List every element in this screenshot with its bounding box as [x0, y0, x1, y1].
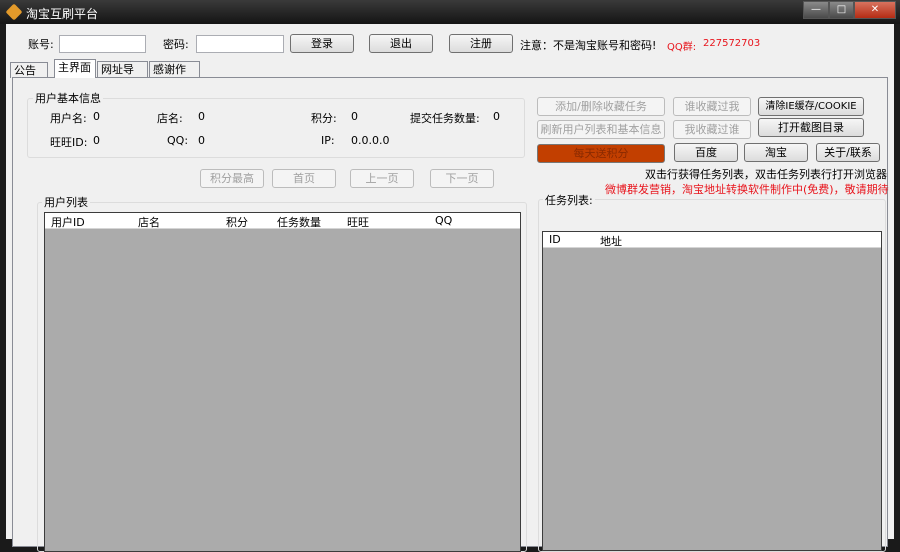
col-wangwang[interactable]: 旺旺 — [347, 214, 369, 230]
refresh-button[interactable]: 刷新用户列表和基本信息 — [537, 120, 665, 139]
tab-thanks[interactable]: 感谢作者 — [149, 61, 200, 91]
login-button[interactable]: 登录 — [290, 34, 354, 53]
tasks-label: 提交任务数量: — [410, 112, 480, 125]
tab-url-nav[interactable]: 网址导航 — [97, 61, 148, 91]
task-list-header: ID 地址 — [543, 232, 881, 248]
tasks-value: 0 — [493, 110, 500, 123]
account-input[interactable] — [59, 35, 146, 53]
next-page-button[interactable]: 下一页 — [430, 169, 494, 188]
wangwang-value: 0 — [93, 134, 100, 147]
col-shop[interactable]: 店名 — [138, 214, 160, 230]
first-page-button[interactable]: 首页 — [272, 169, 336, 188]
qq-group-number: 227572703 — [703, 38, 761, 49]
usage-hint: 双击行获得任务列表，双击任务列表行打开浏览器 — [645, 168, 887, 181]
shop-value: 0 — [198, 110, 205, 123]
minimize-button[interactable]: — — [803, 1, 829, 19]
points-label: 积分: — [311, 112, 337, 125]
clear-cache-button[interactable]: 清除IE缓存/COOKIE — [758, 97, 864, 116]
shop-label: 店名: — [157, 112, 183, 125]
register-button[interactable]: 注册 — [449, 34, 513, 53]
tab-main[interactable]: 主界面 — [54, 59, 96, 78]
task-list-title: 任务列表: — [543, 192, 595, 208]
col-qq[interactable]: QQ — [435, 214, 452, 227]
points-value: 0 — [351, 110, 358, 123]
user-list-title: 用户列表 — [42, 194, 90, 210]
username-value: 0 — [93, 110, 100, 123]
account-label: 账号: — [28, 38, 54, 51]
col-address[interactable]: 地址 — [600, 233, 622, 249]
baidu-button[interactable]: 百度 — [674, 143, 738, 162]
i-fav-who-button[interactable]: 我收藏过谁 — [673, 120, 751, 139]
password-label: 密码: — [163, 38, 189, 51]
col-user-id[interactable]: 用户ID — [51, 214, 85, 230]
password-input[interactable] — [196, 35, 284, 53]
ip-label: IP: — [321, 134, 335, 147]
main-panel: 用户基本信息 用户名: 0 店名: 0 积分: 0 提交任务数量: 0 旺旺ID… — [12, 77, 889, 552]
user-info-group — [27, 98, 525, 158]
who-fav-me-button[interactable]: 谁收藏过我 — [673, 97, 751, 116]
login-notice: 注意：不是淘宝账号和密码! — [520, 39, 657, 52]
close-button[interactable]: ✕ — [854, 1, 896, 19]
maximize-button[interactable]: □ — [829, 1, 854, 19]
ip-value: 0.0.0.0 — [351, 134, 390, 147]
qq-group-label: QQ群: — [667, 42, 697, 53]
user-list[interactable]: 用户ID 店名 积分 任务数量 旺旺 QQ — [44, 212, 521, 552]
qq-value: 0 — [198, 134, 205, 147]
open-screenshot-dir-button[interactable]: 打开截图目录 — [758, 118, 864, 137]
promo-text: 微博群发营销，淘宝地址转换软件制作中(免费)，敬请期待 — [605, 183, 889, 196]
qq-label: QQ: — [167, 134, 189, 147]
user-list-header: 用户ID 店名 积分 任务数量 旺旺 QQ — [45, 213, 520, 229]
wangwang-label: 旺旺ID: — [50, 136, 88, 149]
title-bar — [0, 0, 900, 24]
task-list[interactable]: ID 地址 — [542, 231, 882, 551]
window-title: 淘宝互刷平台 — [26, 7, 99, 21]
username-label: 用户名: — [50, 112, 87, 125]
add-task-button[interactable]: 添加/删除收藏任务 — [537, 97, 665, 116]
daily-points-button[interactable]: 每天送积分 — [537, 144, 665, 163]
logout-button[interactable]: 退出 — [369, 34, 433, 53]
client-area: 账号: 密码: 登录 退出 注册 注意：不是淘宝账号和密码! QQ群: 2275… — [6, 24, 894, 552]
user-info-title: 用户基本信息 — [33, 90, 103, 106]
prev-page-button[interactable]: 上一页 — [350, 169, 414, 188]
tab-announcement[interactable]: 公告 — [10, 62, 48, 78]
taobao-button[interactable]: 淘宝 — [744, 143, 808, 162]
top-points-button[interactable]: 积分最高 — [200, 169, 264, 188]
col-points[interactable]: 积分 — [226, 214, 248, 230]
about-button[interactable]: 关于/联系 — [816, 143, 880, 162]
col-id[interactable]: ID — [549, 233, 561, 246]
col-task-count[interactable]: 任务数量 — [277, 214, 321, 230]
